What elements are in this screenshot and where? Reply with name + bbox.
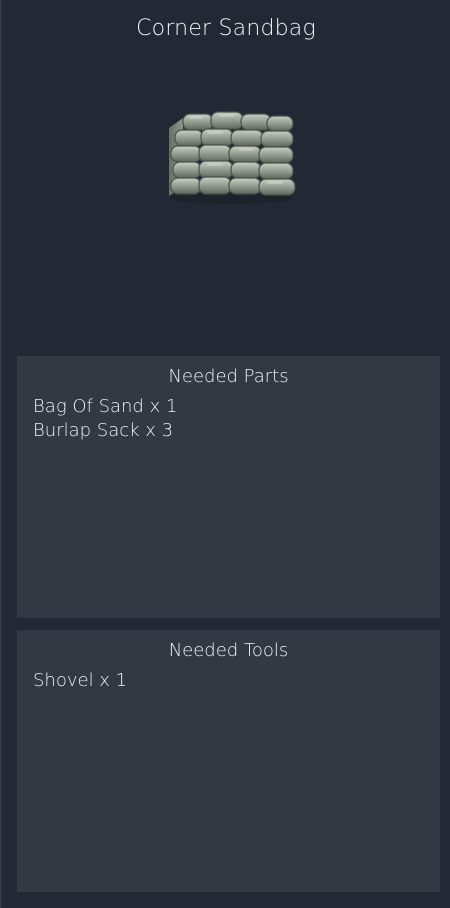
needed-tools-section: Needed Tools Shovel x 1 <box>17 630 440 892</box>
needed-parts-section: Needed Parts Bag Of Sand x 1 Burlap Sack… <box>17 356 440 618</box>
crafting-panel: Corner Sandbag Needed Parts Bag Of Sand … <box>0 0 450 908</box>
needed-tools-list: Shovel x 1 <box>33 669 440 693</box>
list-item: Burlap Sack x 3 <box>33 420 174 441</box>
needed-tools-heading: Needed Tools <box>168 640 289 661</box>
sandbag-wall-icon <box>169 111 296 204</box>
needed-parts-list: Bag Of Sand x 1 Burlap Sack x 3 <box>33 395 440 443</box>
item-title: Corner Sandbag <box>136 16 316 41</box>
list-item: Shovel x 1 <box>33 670 128 691</box>
needed-parts-heading: Needed Parts <box>168 366 289 387</box>
list-item: Bag Of Sand x 1 <box>33 396 178 417</box>
